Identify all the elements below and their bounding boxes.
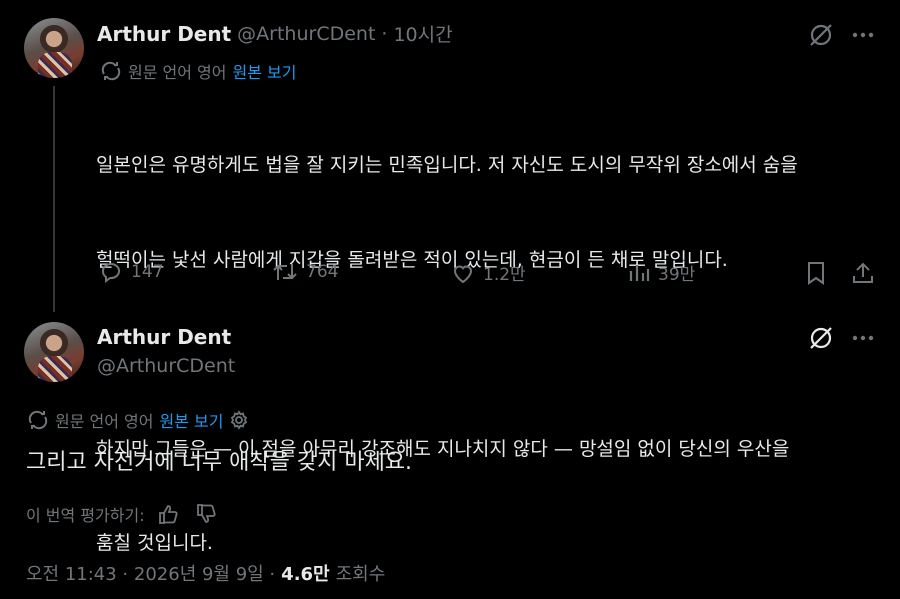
- thumbs-down-icon[interactable]: [195, 503, 217, 525]
- translation-notice: 원문 언어 영어 원본 보기: [100, 59, 296, 83]
- thread-line: [53, 86, 55, 312]
- like-button[interactable]: 1.2만: [451, 260, 526, 285]
- timestamp[interactable]: 10시간: [393, 20, 452, 47]
- views-count: 39만: [658, 265, 696, 285]
- translate-icon: [101, 61, 121, 81]
- settings-gear-icon[interactable]: [229, 410, 249, 430]
- show-original-link[interactable]: 원본 보기: [233, 59, 297, 83]
- more-icon[interactable]: [848, 20, 878, 50]
- more-icon[interactable]: [848, 323, 878, 353]
- tweet2-text: 그리고 자전거에 너무 애착을 갖지 마세요.: [26, 450, 413, 475]
- tweet2-header: Arthur Dent @ArthurCDent: [97, 325, 235, 377]
- views-button[interactable]: 39만: [628, 260, 695, 285]
- handle[interactable]: @ArthurCDent: [237, 23, 375, 45]
- avatar[interactable]: [24, 18, 84, 78]
- tweet-text-line: 훔칠 것입니다.: [96, 532, 213, 554]
- show-original-link[interactable]: 원본 보기: [160, 408, 224, 432]
- share-icon[interactable]: [850, 260, 876, 286]
- repost-button[interactable]: 764: [272, 260, 338, 284]
- rate-label: 이 번역 평가하기:: [26, 506, 145, 525]
- rate-translation: 이 번역 평가하기:: [26, 502, 217, 526]
- display-name[interactable]: Arthur Dent: [97, 22, 231, 46]
- reply-count: 147: [131, 262, 164, 282]
- views-label: 조회수: [335, 564, 386, 585]
- like-icon: [453, 265, 473, 283]
- timestamp[interactable]: 오전 11:43 · 2026년 9월 9일 ·: [26, 560, 275, 586]
- translation-source: 원문 언어 영어: [128, 63, 227, 82]
- tweet-text-line: 일본인은 유명하게도 법을 잘 지키는 민족입니다. 저 자신도 도시의 무작위…: [96, 154, 798, 176]
- repost-count: 764: [306, 262, 339, 282]
- reply-button[interactable]: 147: [99, 260, 163, 284]
- repost-icon: [273, 264, 297, 280]
- grok-icon[interactable]: [806, 20, 836, 50]
- separator-dot: ·: [381, 22, 388, 45]
- reply-icon: [102, 263, 121, 283]
- thumbs-up-icon[interactable]: [157, 503, 179, 525]
- grok-icon[interactable]: [806, 323, 836, 353]
- display-name[interactable]: Arthur Dent: [97, 325, 235, 349]
- bookmark-icon[interactable]: [804, 260, 828, 286]
- tweet-meta: 오전 11:43 · 2026년 9월 9일 · 4.6만 조회수: [26, 560, 385, 586]
- like-count: 1.2만: [483, 265, 526, 285]
- avatar[interactable]: [24, 322, 84, 382]
- handle[interactable]: @ArthurCDent: [97, 355, 235, 377]
- translation-notice: 원문 언어 영어 원본 보기: [27, 408, 249, 432]
- translation-source: 원문 언어 영어: [55, 412, 154, 431]
- tweet1-header: Arthur Dent @ArthurCDent · 10시간: [97, 20, 453, 47]
- views-icon: [629, 264, 650, 281]
- translate-icon: [28, 410, 48, 430]
- views-count: 4.6만: [281, 564, 330, 585]
